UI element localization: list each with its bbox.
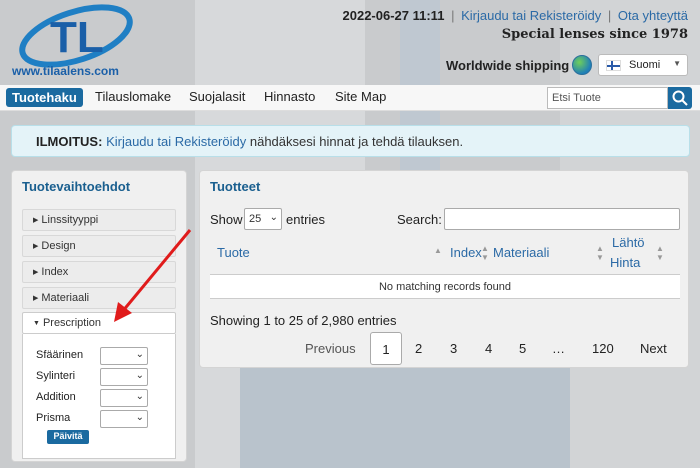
caret-right-icon: ▶ <box>33 295 39 302</box>
sfaarinen-select[interactable]: ⌄ <box>100 347 148 365</box>
field-label-sylinteri: Sylinteri <box>36 370 76 382</box>
table-info: Showing 1 to 25 of 2,980 entries <box>210 313 397 328</box>
chevron-down-icon: ⌄ <box>135 391 144 402</box>
pagination-page[interactable]: 2 <box>415 341 422 356</box>
table-empty-row: No matching records found <box>210 275 680 299</box>
caret-right-icon: ▶ <box>33 217 39 224</box>
table-search-input[interactable] <box>444 208 680 230</box>
datetime: 2022-06-27 11:11 <box>342 8 445 23</box>
filter-section-label: Design <box>41 240 76 252</box>
background-shape <box>240 368 570 468</box>
filter-section-design[interactable]: ▶ Design <box>22 235 176 257</box>
prisma-select[interactable]: ⌄ <box>100 410 148 428</box>
product-search-input[interactable]: Etsi Tuote <box>547 87 668 109</box>
logo-url-text: www.tilaalens.com <box>12 64 119 78</box>
sylinteri-select[interactable]: ⌄ <box>100 368 148 386</box>
tagline: Special lenses since 1978 <box>501 27 688 42</box>
sort-icon: ▲ ▼ <box>596 244 604 262</box>
shipping-text: Worldwide shipping <box>446 58 570 73</box>
site-header: TL www.tilaalens.com 2022-06-27 11:11 | … <box>0 0 700 85</box>
contact-link[interactable]: Ota yhteyttä <box>618 8 688 23</box>
entries-label: entries <box>286 212 326 227</box>
main-nav: Tuotehaku Tilauslomake Suojalasit Hinnas… <box>0 85 700 111</box>
products-panel: Tuotteet Show 25 ⌄ entries Search: Tuote… <box>199 170 689 368</box>
caret-down-icon: ▼ <box>673 59 681 68</box>
sort-icon: ▲ ▼ <box>656 244 664 262</box>
show-label: Show <box>210 212 243 227</box>
search-icon <box>672 90 688 106</box>
separator: | <box>607 8 612 23</box>
sort-icon: ▲ ▼ <box>481 244 489 262</box>
svg-text:TL: TL <box>50 13 104 62</box>
filter-section-materiaali[interactable]: ▶ Materiaali <box>22 287 176 309</box>
globe-icon <box>572 55 592 75</box>
filter-section-label: Materiaali <box>41 292 90 304</box>
filter-section-linssityyppi[interactable]: ▶ Linssityyppi <box>22 209 176 231</box>
caret-right-icon: ▶ <box>33 243 39 250</box>
pagination-previous[interactable]: Previous <box>305 341 356 356</box>
update-button[interactable]: Päivitä <box>47 430 89 444</box>
top-bar: 2022-06-27 11:11 | Kirjaudu tai Rekister… <box>343 8 689 23</box>
nav-item-site-map[interactable]: Site Map <box>335 89 386 104</box>
chevron-down-icon: ⌄ <box>135 370 144 381</box>
filter-section-label: Prescription <box>42 317 102 329</box>
column-header-lahto[interactable]: Lähtö <box>612 235 645 250</box>
products-title: Tuotteet <box>210 179 261 194</box>
pagination-page[interactable]: 4 <box>485 341 492 356</box>
column-header-materiaali[interactable]: Materiaali <box>493 245 549 260</box>
page-length-value: 25 <box>249 213 262 225</box>
filter-section-label: Linssityyppi <box>41 214 99 226</box>
field-label-prisma: Prisma <box>36 412 71 424</box>
search-button[interactable] <box>668 87 692 109</box>
field-label-addition: Addition <box>36 391 76 403</box>
chevron-down-icon: ⌄ <box>135 412 144 423</box>
language-label: Suomi <box>629 59 661 71</box>
pagination-page[interactable]: 5 <box>519 341 526 356</box>
sort-asc-icon: ▲ <box>434 246 442 255</box>
caret-right-icon: ▶ <box>33 269 39 276</box>
caret-down-icon: ▼ <box>33 320 40 327</box>
notice-label: ILMOITUS: <box>36 134 103 149</box>
separator: | <box>451 8 455 23</box>
nav-item-hinnasto[interactable]: Hinnasto <box>264 89 315 104</box>
filters-title: Tuotevaihtoehdot <box>22 179 131 194</box>
nav-item-tilauslomake[interactable]: Tilauslomake <box>95 89 171 104</box>
notice-login-link[interactable]: Kirjaudu tai Rekisteröidy <box>106 134 246 149</box>
chevron-down-icon: ⌄ <box>135 349 144 360</box>
pagination-page[interactable]: 120 <box>592 341 614 356</box>
column-header-tuote[interactable]: Tuote <box>217 245 250 260</box>
chevron-down-icon: ⌄ <box>269 212 278 223</box>
login-link[interactable]: Kirjaudu tai Rekisteröidy <box>461 8 601 23</box>
pagination-page[interactable]: 3 <box>450 341 457 356</box>
pagination-ellipsis: … <box>552 341 565 356</box>
nav-item-tuotehaku[interactable]: Tuotehaku <box>6 88 83 107</box>
table-search-label: Search: <box>397 212 442 227</box>
notice-banner: ILMOITUS: Kirjaudu tai Rekisteröidy nähd… <box>11 125 690 157</box>
filter-section-index[interactable]: ▶ Index <box>22 261 176 283</box>
language-select[interactable]: Suomi ▼ <box>598 54 688 76</box>
page-length-select[interactable]: 25 ⌄ <box>244 208 282 230</box>
addition-select[interactable]: ⌄ <box>100 389 148 407</box>
column-header-hinta[interactable]: Hinta <box>610 255 640 270</box>
pagination-next[interactable]: Next <box>640 341 667 356</box>
filters-panel: Tuotevaihtoehdot ▶ Linssityyppi ▶ Design ▶… <box>11 170 187 462</box>
finland-flag-icon <box>606 60 621 71</box>
pagination-page-active[interactable]: 1 <box>370 332 402 365</box>
column-header-index[interactable]: Index <box>450 245 482 260</box>
filter-section-label: Index <box>41 266 69 278</box>
field-label-sfaarinen: Sfäärinen <box>36 349 84 361</box>
filter-section-prescription[interactable]: ▼ Prescription <box>22 312 176 334</box>
notice-text: nähdäksesi hinnat ja tehdä tilauksen. <box>246 134 464 149</box>
nav-item-suojalasit[interactable]: Suojalasit <box>189 89 245 104</box>
